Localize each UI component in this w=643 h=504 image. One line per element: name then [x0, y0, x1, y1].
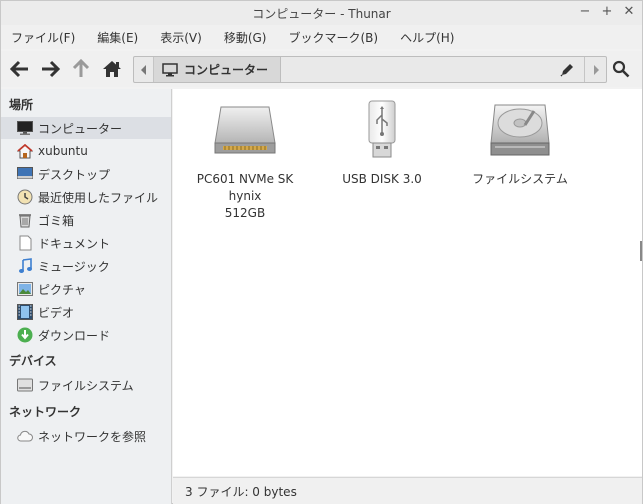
title-bar[interactable]: コンピューター - Thunar − + ✕ — [1, 1, 642, 25]
home-button[interactable] — [100, 57, 124, 81]
path-crumb-computer[interactable]: コンピューター — [154, 57, 281, 82]
menu-edit[interactable]: 編集(E) — [97, 29, 138, 46]
file-label: PC601 NVMe SK hynix — [196, 172, 294, 203]
drive-icon — [180, 97, 310, 161]
cloud-icon — [17, 428, 33, 444]
trash-icon — [17, 212, 33, 228]
video-icon — [17, 304, 33, 320]
sidebar-item-label: ゴミ箱 — [38, 213, 75, 228]
status-text: 3 ファイル: 0 bytes — [185, 484, 297, 499]
back-arrow-icon — [10, 60, 28, 78]
sidebar-item-label: ダウンロード — [38, 328, 111, 343]
sidebar-item-label: ドキュメント — [38, 236, 111, 251]
thunar-window: コンピューター - Thunar − + ✕ ファイル(F) 編集(E) 表示(… — [0, 0, 643, 504]
maximize-icon[interactable]: + — [600, 4, 614, 20]
file-item-filesystem[interactable]: ファイルシステム — [455, 97, 585, 188]
pencil-icon — [560, 63, 573, 77]
home-icon — [17, 143, 33, 159]
file-label-line2: 512GB — [224, 206, 266, 220]
sidebar-item-trash[interactable]: ゴミ箱 — [1, 209, 171, 231]
up-arrow-icon — [72, 59, 90, 77]
desktop-icon — [17, 166, 33, 182]
forward-arrow-icon — [42, 60, 60, 78]
chevron-right-icon — [593, 64, 599, 75]
menu-help[interactable]: ヘルプ(H) — [400, 29, 454, 46]
sidebar-item-desktop[interactable]: デスクトップ — [1, 163, 171, 185]
path-scroll-left-button[interactable] — [134, 57, 154, 82]
file-label: USB DISK 3.0 — [342, 172, 422, 186]
back-button[interactable] — [8, 57, 32, 81]
sidebar-item-label: ビデオ — [38, 305, 75, 320]
sidebar-item-music[interactable]: ミュージック — [1, 255, 171, 277]
music-icon — [17, 258, 33, 274]
forward-button[interactable] — [38, 57, 62, 81]
harddisk-icon — [17, 377, 33, 393]
sidebar-item-label: コンピューター — [38, 121, 123, 136]
file-label: ファイルシステム — [472, 172, 568, 186]
sidebar: 場所 コンピューター xubuntu デスクトップ 最近使用したファイル ゴミ箱… — [1, 89, 172, 504]
clock-icon — [17, 189, 33, 205]
sidebar-header-network: ネットワーク — [9, 405, 82, 419]
sidebar-item-label: ピクチャ — [38, 282, 86, 297]
edit-location-button[interactable] — [556, 57, 578, 82]
sidebar-item-label: xubuntu — [38, 144, 88, 158]
sidebar-item-downloads[interactable]: ダウンロード — [1, 324, 171, 346]
sidebar-item-label: ファイルシステム — [38, 378, 134, 393]
download-icon — [17, 327, 33, 343]
up-button[interactable] — [69, 57, 93, 81]
monitor-icon — [17, 120, 33, 136]
menu-file[interactable]: ファイル(F) — [11, 29, 75, 46]
file-item-nvme-drive[interactable]: PC601 NVMe SK hynix 512GB — [180, 97, 310, 222]
path-scroll-right-button[interactable] — [584, 57, 606, 82]
sidebar-item-filesystem[interactable]: ファイルシステム — [1, 374, 171, 396]
window-controls: − + ✕ — [578, 4, 636, 20]
toolbar: コンピューター — [1, 51, 642, 87]
home-icon — [103, 61, 121, 77]
menu-go[interactable]: 移動(G) — [224, 29, 267, 46]
search-button[interactable] — [609, 57, 633, 81]
menu-view[interactable]: 表示(V) — [160, 29, 202, 46]
harddisk-icon — [455, 97, 585, 161]
path-bar: コンピューター — [133, 56, 607, 83]
file-item-usb-disk[interactable]: USB DISK 3.0 — [317, 97, 447, 188]
sidebar-item-label: ネットワークを参照 — [38, 429, 147, 444]
sidebar-item-label: デスクトップ — [38, 167, 111, 182]
document-icon — [17, 235, 33, 251]
status-bar: 3 ファイル: 0 bytes — [173, 477, 642, 504]
search-icon — [612, 60, 630, 78]
usb-icon — [317, 97, 447, 161]
minimize-icon[interactable]: − — [578, 4, 592, 20]
sidebar-header-devices: デバイス — [9, 354, 57, 368]
sidebar-item-documents[interactable]: ドキュメント — [1, 232, 171, 254]
sidebar-item-pictures[interactable]: ピクチャ — [1, 278, 171, 300]
sidebar-item-label: 最近使用したファイル — [38, 190, 159, 205]
window-edge-marker — [640, 241, 642, 261]
sidebar-item-label: ミュージック — [38, 259, 110, 274]
file-view[interactable]: PC601 NVMe SK hynix 512GB USB DISK 3.0 フ… — [173, 89, 642, 476]
sidebar-item-browse-network[interactable]: ネットワークを参照 — [1, 425, 171, 447]
menu-bookmarks[interactable]: ブックマーク(B) — [288, 29, 378, 46]
close-icon[interactable]: ✕ — [622, 4, 636, 20]
sidebar-item-home[interactable]: xubuntu — [1, 140, 171, 162]
window-title: コンピューター - Thunar — [252, 7, 391, 21]
monitor-icon — [162, 62, 178, 76]
chevron-left-icon — [140, 64, 146, 75]
sidebar-item-computer[interactable]: コンピューター — [1, 117, 171, 139]
path-crumb-label: コンピューター — [184, 63, 269, 77]
menu-bar: ファイル(F) 編集(E) 表示(V) 移動(G) ブックマーク(B) ヘルプ(… — [1, 25, 642, 49]
pictures-icon — [17, 281, 33, 297]
sidebar-item-recent[interactable]: 最近使用したファイル — [1, 186, 171, 208]
sidebar-item-videos[interactable]: ビデオ — [1, 301, 171, 323]
sidebar-header-places: 場所 — [9, 98, 34, 112]
